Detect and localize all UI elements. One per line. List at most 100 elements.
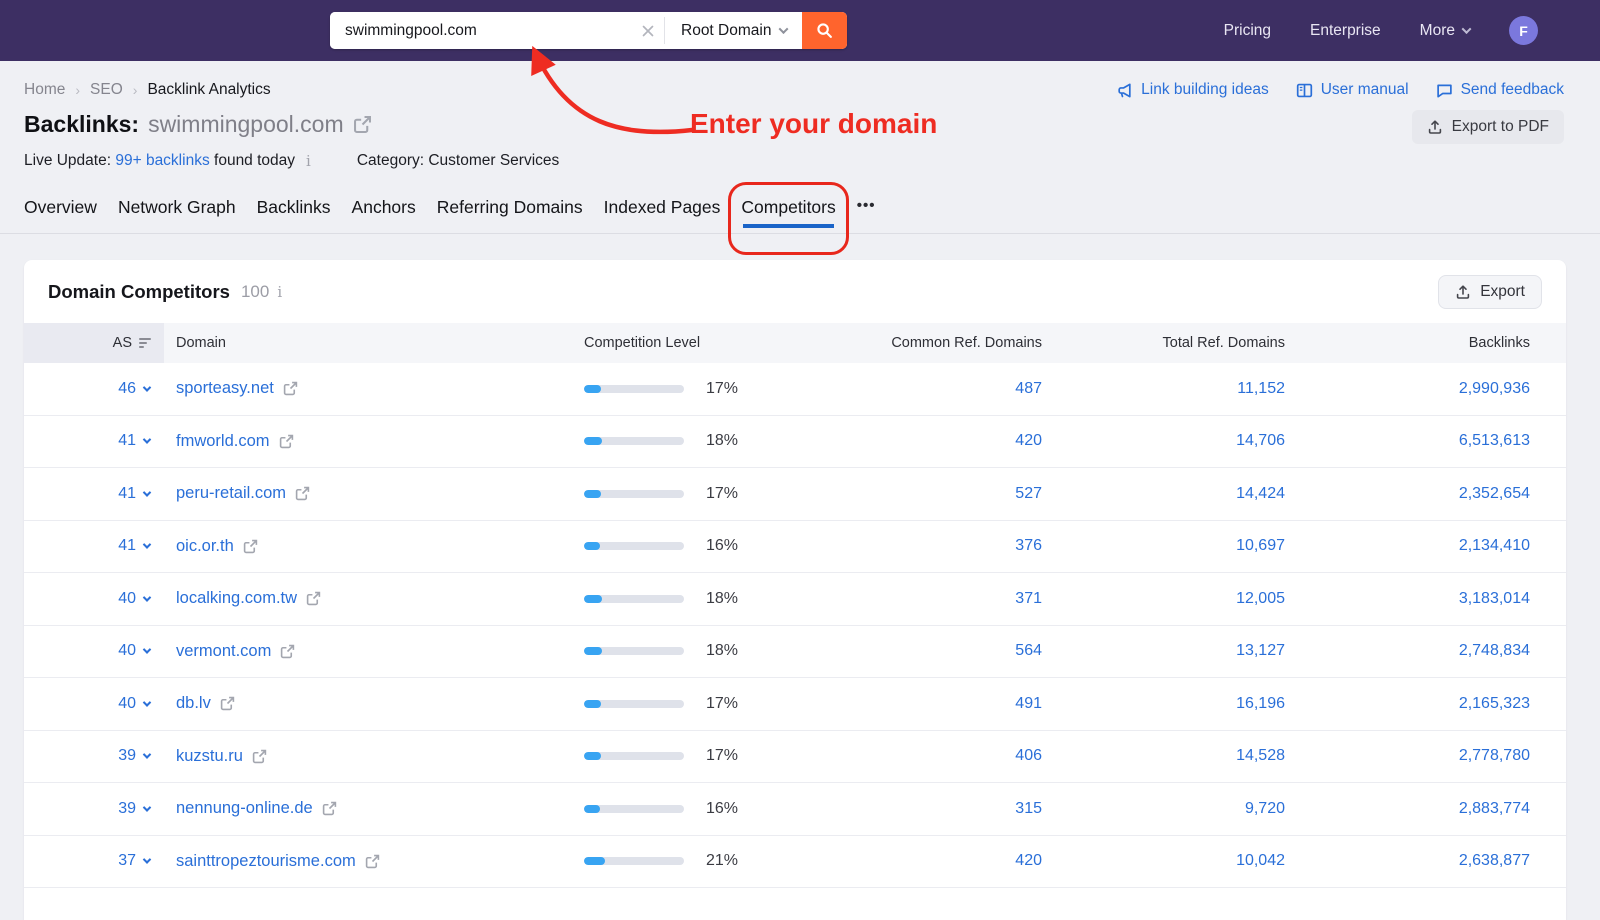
tab-competitors[interactable]: Competitors	[741, 197, 835, 233]
tab-backlinks[interactable]: Backlinks	[257, 197, 331, 233]
page-title-domain: swimmingpool.com	[148, 111, 344, 138]
info-icon[interactable]: i	[304, 152, 313, 170]
domain-link[interactable]: fmworld.com	[176, 432, 270, 451]
as-score-cell[interactable]: 40	[24, 590, 164, 608]
more-tabs-icon[interactable]: •••	[857, 197, 876, 229]
as-score-cell[interactable]: 41	[24, 537, 164, 555]
user-manual-link[interactable]: User manual	[1296, 81, 1409, 99]
external-link-icon[interactable]	[220, 696, 235, 711]
column-header-total-ref-domains[interactable]: Total Ref. Domains	[1042, 335, 1285, 351]
chevron-down-icon	[143, 646, 151, 654]
backlinks-link[interactable]: 6,513,613	[1459, 432, 1530, 449]
backlinks-found-link[interactable]: 99+ backlinks	[115, 152, 209, 170]
nav-link-more[interactable]: More	[1420, 22, 1470, 40]
domain-link[interactable]: kuzstu.ru	[176, 747, 243, 766]
external-link-icon[interactable]	[365, 854, 380, 869]
breadcrumb-home[interactable]: Home	[24, 81, 65, 99]
common-ref-domains-link[interactable]: 371	[1015, 590, 1042, 607]
total-ref-domains-link[interactable]: 13,127	[1236, 642, 1285, 659]
total-ref-domains-link[interactable]: 11,152	[1237, 380, 1285, 397]
nav-link-enterprise[interactable]: Enterprise	[1310, 22, 1381, 40]
common-ref-domains-link[interactable]: 487	[1015, 380, 1042, 397]
external-link-icon[interactable]	[279, 434, 294, 449]
backlinks-link[interactable]: 2,778,780	[1459, 747, 1530, 764]
total-ref-domains-link[interactable]: 10,042	[1236, 852, 1285, 869]
common-ref-domains-link[interactable]: 406	[1015, 747, 1042, 764]
column-header-domain[interactable]: Domain	[164, 335, 569, 351]
breadcrumb: Home › SEO › Backlink Analytics	[24, 81, 559, 99]
export-to-pdf-button[interactable]: Export to PDF	[1412, 110, 1564, 144]
scope-select[interactable]: Root Domain	[665, 12, 802, 49]
total-ref-domains-link[interactable]: 9,720	[1245, 800, 1285, 817]
as-score-cell[interactable]: 39	[24, 800, 164, 818]
total-ref-domains-link[interactable]: 12,005	[1236, 590, 1285, 607]
external-link-icon[interactable]	[353, 115, 372, 134]
column-header-common-ref-domains[interactable]: Common Ref. Domains	[799, 335, 1042, 351]
tab-indexed-pages[interactable]: Indexed Pages	[604, 197, 721, 233]
domain-link[interactable]: peru-retail.com	[176, 484, 286, 503]
common-ref-domains-link[interactable]: 527	[1015, 485, 1042, 502]
competition-bar	[584, 437, 684, 445]
tab-referring-domains[interactable]: Referring Domains	[437, 197, 583, 233]
tab-overview[interactable]: Overview	[24, 197, 97, 233]
export-button[interactable]: Export	[1438, 275, 1542, 309]
domain-link[interactable]: localking.com.tw	[176, 589, 297, 608]
external-link-icon[interactable]	[306, 591, 321, 606]
tab-network-graph[interactable]: Network Graph	[118, 197, 236, 233]
total-ref-domains-link[interactable]: 14,706	[1236, 432, 1285, 449]
column-header-competition-level[interactable]: Competition Level	[569, 335, 799, 351]
domain-link[interactable]: sainttropeztourisme.com	[176, 852, 356, 871]
column-header-backlinks[interactable]: Backlinks	[1285, 335, 1530, 351]
common-ref-domains-link[interactable]: 420	[1015, 852, 1042, 869]
backlinks-link[interactable]: 2,638,877	[1459, 852, 1530, 869]
external-link-icon[interactable]	[322, 801, 337, 816]
search-input[interactable]	[330, 12, 632, 49]
as-score-cell[interactable]: 37	[24, 852, 164, 870]
domain-link[interactable]: nennung-online.de	[176, 799, 313, 818]
send-feedback-link[interactable]: Send feedback	[1436, 81, 1564, 99]
external-link-icon[interactable]	[243, 539, 258, 554]
total-ref-domains-link[interactable]: 14,424	[1236, 485, 1285, 502]
link-building-ideas-link[interactable]: Link building ideas	[1116, 81, 1269, 99]
as-score-cell[interactable]: 39	[24, 747, 164, 765]
backlinks-link[interactable]: 2,883,774	[1459, 800, 1530, 817]
backlinks-link[interactable]: 3,183,014	[1459, 590, 1530, 607]
info-icon[interactable]: i	[275, 283, 284, 301]
as-score-cell[interactable]: 41	[24, 432, 164, 450]
column-header-as[interactable]: AS	[24, 323, 164, 363]
external-link-icon[interactable]	[283, 381, 298, 396]
domain-link[interactable]: vermont.com	[176, 642, 271, 661]
total-ref-domains-cell: 11,152	[1042, 380, 1285, 398]
nav-link-pricing[interactable]: Pricing	[1224, 22, 1271, 40]
backlinks-cell: 6,513,613	[1285, 432, 1530, 450]
external-link-icon[interactable]	[295, 486, 310, 501]
megaphone-icon	[1116, 82, 1133, 99]
as-score-cell[interactable]: 40	[24, 695, 164, 713]
breadcrumb-seo[interactable]: SEO	[90, 81, 123, 99]
backlinks-link[interactable]: 2,134,410	[1459, 537, 1530, 554]
common-ref-domains-link[interactable]: 315	[1015, 800, 1042, 817]
tab-anchors[interactable]: Anchors	[352, 197, 416, 233]
external-link-icon[interactable]	[280, 644, 295, 659]
backlinks-link[interactable]: 2,990,936	[1459, 380, 1530, 397]
search-button[interactable]	[802, 12, 847, 49]
external-link-icon[interactable]	[252, 749, 267, 764]
clear-icon[interactable]	[632, 12, 664, 49]
as-score-cell[interactable]: 41	[24, 485, 164, 503]
backlinks-link[interactable]: 2,165,323	[1459, 695, 1530, 712]
common-ref-domains-link[interactable]: 491	[1015, 695, 1042, 712]
common-ref-domains-link[interactable]: 376	[1015, 537, 1042, 554]
domain-link[interactable]: oic.or.th	[176, 537, 234, 556]
domain-link[interactable]: sporteasy.net	[176, 379, 274, 398]
backlinks-link[interactable]: 2,748,834	[1459, 642, 1530, 659]
common-ref-domains-link[interactable]: 564	[1015, 642, 1042, 659]
total-ref-domains-link[interactable]: 10,697	[1236, 537, 1285, 554]
as-score-cell[interactable]: 46	[24, 380, 164, 398]
avatar[interactable]: F	[1509, 16, 1538, 45]
as-score-cell[interactable]: 40	[24, 642, 164, 660]
backlinks-link[interactable]: 2,352,654	[1459, 485, 1530, 502]
total-ref-domains-link[interactable]: 14,528	[1236, 747, 1285, 764]
common-ref-domains-link[interactable]: 420	[1015, 432, 1042, 449]
domain-link[interactable]: db.lv	[176, 694, 211, 713]
total-ref-domains-link[interactable]: 16,196	[1236, 695, 1285, 712]
